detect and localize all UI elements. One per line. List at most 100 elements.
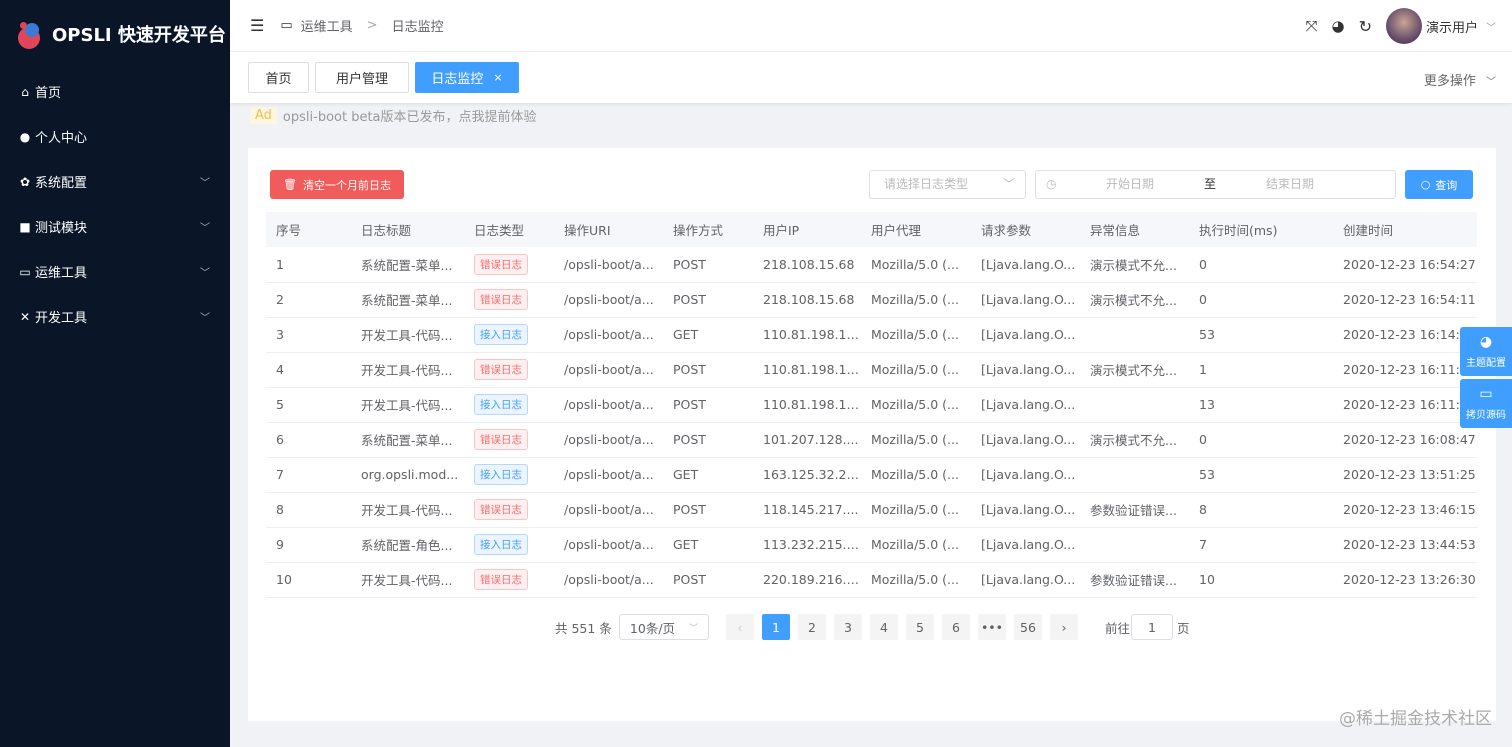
table-cell: /opsli-boot/a... [554, 422, 663, 458]
theme-config-button[interactable]: ◕ 主题配置 [1460, 327, 1512, 376]
table-row[interactable]: 10 开发工具-代码... 错误日志/opsli-boot/a... POST 220.… [266, 562, 1477, 598]
column-header: 执行时间(ms) [1189, 212, 1333, 247]
table-cell: org.opsli.mod... [351, 457, 464, 493]
page-size-select[interactable]: 10条/页 ﹀ [619, 614, 709, 640]
page-button[interactable]: 1 [762, 614, 790, 640]
more-actions-dropdown[interactable]: 更多操作 ﹀ [1424, 70, 1496, 89]
table-cell: 220.189.216.22 [753, 562, 861, 598]
table-cell: 演示模式不允... [1080, 282, 1189, 318]
table-row[interactable]: 3 开发工具-代码... 接入日志/opsli-boot/a... GET 110.81… [266, 317, 1477, 353]
refresh-icon[interactable]: ↻ [1359, 17, 1372, 36]
page-button[interactable]: 5 [906, 614, 934, 640]
table-row[interactable]: 2 系统配置-菜单... 错误日志/opsli-boot/a... POST 218.1… [266, 282, 1477, 318]
chevron-down-icon: ﹀ [1486, 77, 1496, 88]
table-cell: 53 [1189, 457, 1333, 493]
table-cell: 2020-12-23 13:44:53 [1333, 527, 1477, 563]
prev-page-button[interactable]: ‹ [726, 614, 754, 640]
date-range-picker[interactable]: ◷ 开始日期 至 结束日期 [1035, 170, 1396, 199]
table-cell: /opsli-boot/a... [554, 457, 663, 493]
column-header: 序号 [266, 212, 351, 247]
table-row[interactable]: 1 系统配置-菜单... 错误日志/opsli-boot/a... POST 218.1… [266, 247, 1477, 283]
tab-log-monitor[interactable]: 日志监控 × [415, 62, 519, 93]
logo-icon [16, 19, 46, 49]
page-button[interactable]: 56 [1014, 614, 1042, 640]
column-header: 请求参数 [971, 212, 1080, 247]
copy-source-button[interactable]: ▭ 拷贝源码 [1460, 379, 1512, 428]
table-row[interactable]: 6 系统配置-菜单... 错误日志/opsli-boot/a... POST 101.2… [266, 422, 1477, 458]
table-cell: [Ljava.lang.O... [971, 247, 1080, 283]
table-cell: POST [663, 492, 753, 528]
hamburger-icon[interactable]: ☰ [250, 16, 264, 35]
home-icon: ⌂ [21, 84, 29, 99]
table-cell: GET [663, 317, 753, 353]
table-cell: 系统配置-角色... [351, 527, 464, 563]
table-row[interactable]: 9 系统配置-角色... 接入日志/opsli-boot/a... GET 113.23… [266, 527, 1477, 563]
fullscreen-icon[interactable]: ⤧ [1305, 17, 1317, 35]
palette-icon[interactable]: ◕ [1331, 17, 1344, 35]
table-cell: [Ljava.lang.O... [971, 562, 1080, 598]
table-cell: Mozilla/5.0 (... [861, 457, 971, 493]
page-button[interactable]: 6 [942, 614, 970, 640]
page-button[interactable]: 4 [870, 614, 898, 640]
table-row[interactable]: 4 开发工具-代码... 错误日志/opsli-boot/a... POST 110.8… [266, 352, 1477, 388]
sidebar-item-ops[interactable]: ▭ 运维工具 ﹀ [0, 249, 230, 294]
laptop-icon: ▭ [19, 264, 31, 279]
column-header: 创建时间 [1333, 212, 1477, 247]
chevron-down-icon[interactable]: ﹀ [1486, 19, 1496, 34]
laptop-icon: ▭ [280, 18, 293, 33]
table-cell: Mozilla/5.0 (... [861, 387, 971, 423]
tab-home[interactable]: 首页 [248, 62, 309, 93]
table-cell: 2020-12-23 16:54:27 [1333, 247, 1477, 283]
column-header: 操作URI [554, 212, 663, 247]
table-cell: 110.81.198.146 [753, 352, 861, 388]
page-button[interactable]: 3 [834, 614, 862, 640]
sidebar-item-profile[interactable]: ● 个人中心 [0, 114, 230, 159]
next-page-button[interactable]: › [1050, 614, 1078, 640]
table-cell: POST [663, 387, 753, 423]
table-cell: 2020-12-23 13:26:30 [1333, 562, 1477, 598]
table-cell: 错误日志 [464, 562, 554, 598]
table-cell: Mozilla/5.0 (... [861, 422, 971, 458]
search-button[interactable]: ○ 查询 [1405, 170, 1473, 199]
table-cell: 开发工具-代码... [351, 492, 464, 528]
page-button[interactable]: 2 [798, 614, 826, 640]
table-cell: /opsli-boot/a... [554, 282, 663, 318]
sidebar-item-system[interactable]: ✿ 系统配置 ﹀ [0, 159, 230, 204]
breadcrumb-item[interactable]: 运维工具 [301, 16, 353, 35]
table-cell: 开发工具-代码... [351, 387, 464, 423]
table-cell: 113.232.215.10 [753, 527, 861, 563]
start-date-input[interactable]: 开始日期 [1106, 171, 1154, 198]
sidebar-item-home[interactable]: ⌂ 首页 [0, 69, 230, 114]
page-button[interactable]: ••• [978, 614, 1006, 640]
table-cell: 218.108.15.68 [753, 247, 861, 283]
table-cell: [Ljava.lang.O... [971, 352, 1080, 388]
avatar[interactable] [1385, 8, 1422, 44]
sidebar-item-dev[interactable]: ✕ 开发工具 ﹀ [0, 294, 230, 339]
table-row[interactable]: 8 开发工具-代码... 错误日志/opsli-boot/a... POST 118.1… [266, 492, 1477, 528]
column-header: 操作方式 [663, 212, 753, 247]
table-cell: 开发工具-代码... [351, 352, 464, 388]
gear-icon: ✿ [19, 174, 31, 189]
sidebar-item-test[interactable]: ■ 测试模块 ﹀ [0, 204, 230, 249]
log-type-select[interactable]: 请选择日志类型 ﹀ [869, 170, 1026, 199]
goto-page-input[interactable]: 1 [1131, 614, 1173, 640]
table-cell: 4 [266, 352, 351, 388]
table-cell: 7 [266, 457, 351, 493]
close-icon[interactable]: × [493, 71, 502, 84]
user-name[interactable]: 演示用户 [1426, 17, 1478, 36]
table-cell: 53 [1189, 317, 1333, 353]
logo[interactable]: OPSLI 快速开发平台 [0, 0, 230, 68]
table-row[interactable]: 7 org.opsli.mod... 接入日志/opsli-boot/a... GET… [266, 457, 1477, 493]
clear-logs-button[interactable]: 🗑 清空一个月前日志 [270, 170, 404, 199]
table-cell: POST [663, 422, 753, 458]
table-row[interactable]: 5 开发工具-代码... 接入日志/opsli-boot/a... POST 110.8… [266, 387, 1477, 423]
table-cell: 7 [1189, 527, 1333, 563]
table-cell: POST [663, 247, 753, 283]
table-cell [1080, 527, 1189, 563]
ad-banner[interactable]: Ad opsli-boot beta版本已发布，点我提前体验 [250, 106, 537, 125]
tab-user-management[interactable]: 用户管理 [315, 62, 409, 93]
log-type-tag: 错误日志 [474, 253, 528, 275]
table-cell: 110.81.198.146 [753, 387, 861, 423]
table-cell: GET [663, 527, 753, 563]
end-date-input[interactable]: 结束日期 [1266, 171, 1314, 198]
